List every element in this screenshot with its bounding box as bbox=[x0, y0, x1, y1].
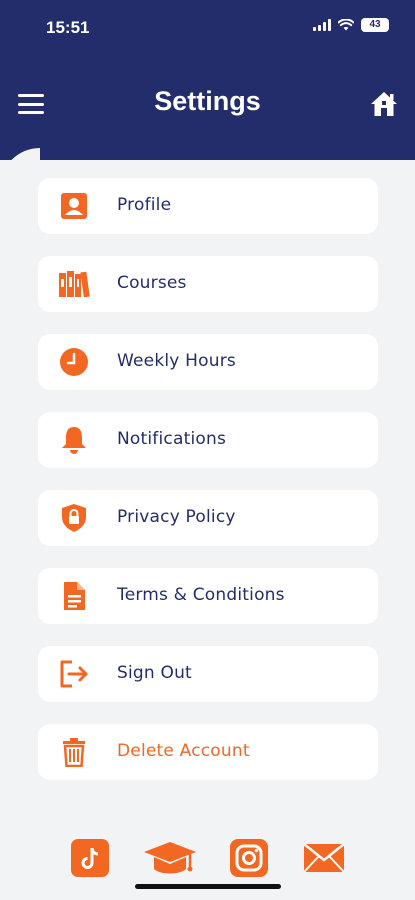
tiktok-icon[interactable] bbox=[70, 838, 110, 878]
settings-item-label: Privacy Policy bbox=[117, 507, 236, 527]
status-time: 15:51 bbox=[46, 18, 90, 37]
document-icon bbox=[64, 582, 85, 610]
settings-item-label: Notifications bbox=[117, 429, 226, 449]
clock-icon bbox=[60, 348, 88, 376]
page-title: Settings bbox=[154, 86, 261, 116]
settings-item-label: Profile bbox=[117, 195, 172, 215]
settings-item-sign-out[interactable]: Sign Out bbox=[38, 646, 378, 702]
battery-icon: 43 bbox=[361, 18, 389, 32]
settings-item-privacy-policy[interactable]: Privacy Policy bbox=[38, 490, 378, 546]
status-icons: 43 bbox=[313, 18, 389, 32]
settings-item-terms-conditions[interactable]: Terms & Conditions bbox=[38, 568, 378, 624]
profile-icon bbox=[61, 193, 87, 219]
cellular-signal-icon bbox=[313, 19, 331, 31]
settings-item-label: Weekly Hours bbox=[117, 351, 236, 371]
home-icon[interactable] bbox=[369, 90, 399, 118]
settings-item-courses[interactable]: Courses bbox=[38, 256, 378, 312]
home-indicator bbox=[135, 884, 281, 889]
status-bar: 15:51 43 bbox=[0, 0, 415, 56]
email-icon[interactable] bbox=[302, 838, 346, 878]
trash-icon bbox=[63, 738, 85, 767]
bell-icon bbox=[62, 427, 86, 454]
settings-item-delete-account[interactable]: Delete Account bbox=[38, 724, 378, 780]
books-icon bbox=[59, 271, 90, 298]
wifi-icon bbox=[338, 19, 354, 31]
settings-item-label: Courses bbox=[117, 273, 187, 293]
instagram-icon[interactable] bbox=[229, 838, 269, 878]
settings-item-label: Delete Account bbox=[117, 741, 250, 761]
shield-lock-icon bbox=[62, 504, 86, 532]
social-links bbox=[0, 838, 415, 882]
settings-item-weekly-hours[interactable]: Weekly Hours bbox=[38, 334, 378, 390]
sign-out-icon bbox=[60, 660, 88, 688]
settings-item-label: Sign Out bbox=[117, 663, 192, 683]
settings-item-label: Terms & Conditions bbox=[117, 585, 285, 605]
settings-item-notifications[interactable]: Notifications bbox=[38, 412, 378, 468]
settings-item-profile[interactable]: Profile bbox=[38, 178, 378, 234]
graduation-cap-icon[interactable] bbox=[142, 838, 198, 882]
